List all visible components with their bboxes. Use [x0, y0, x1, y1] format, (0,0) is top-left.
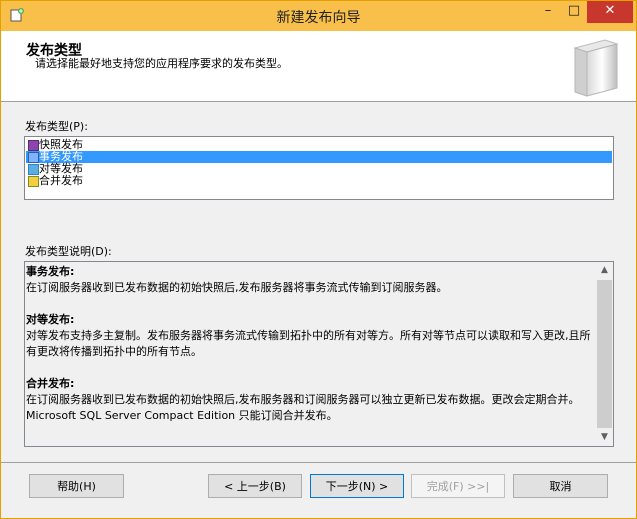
- minimize-button[interactable]: –: [535, 1, 561, 23]
- scroll-thumb[interactable]: [597, 280, 612, 428]
- description-scrollbar[interactable]: ▲ ▼: [596, 262, 613, 446]
- desc-title: 对等发布:: [26, 313, 75, 326]
- title-bar[interactable]: 新建发布向导 – □ ✕: [1, 1, 636, 31]
- finish-button[interactable]: 完成(F) >>|: [411, 474, 505, 498]
- maximize-button[interactable]: □: [561, 1, 587, 23]
- book-icon: [573, 39, 619, 97]
- wizard-window: 新建发布向导 – □ ✕ 发布类型 请选择能最好地支持您的应用程序要求的发布类型…: [0, 0, 637, 519]
- desc-body: 在订阅服务器收到已发布数据的初始快照后,发布服务器将事务流式传输到订阅服务器。: [26, 281, 448, 294]
- cancel-button[interactable]: 取消: [513, 474, 608, 498]
- list-item-peer[interactable]: 对等发布: [26, 163, 612, 175]
- desc-body: 对等发布支持多主复制。发布服务器将事务流式传输到拓扑中的所有对等方。所有对等节点…: [26, 329, 591, 358]
- wizard-header: 发布类型 请选择能最好地支持您的应用程序要求的发布类型。: [1, 31, 636, 102]
- next-button[interactable]: 下一步(N) >: [310, 474, 404, 498]
- desc-section-merge: 合并发布: 在订阅服务器收到已发布数据的初始快照后,发布服务器和订阅服务器可以独…: [26, 376, 594, 424]
- list-item-transactional[interactable]: 事务发布: [26, 151, 612, 163]
- snapshot-publication-icon: [28, 140, 39, 151]
- desc-title: 合并发布:: [26, 377, 75, 390]
- back-button[interactable]: < 上一步(B): [208, 474, 302, 498]
- help-button[interactable]: 帮助(H): [29, 474, 124, 498]
- scroll-up-icon[interactable]: ▲: [596, 262, 613, 279]
- merge-publication-icon: [28, 176, 39, 187]
- list-item-snapshot[interactable]: 快照发布: [26, 139, 612, 151]
- list-item-merge[interactable]: 合并发布: [26, 175, 612, 187]
- footer-divider: [1, 462, 636, 463]
- desc-title: 事务发布:: [26, 265, 75, 278]
- description-box: 事务发布: 在订阅服务器收到已发布数据的初始快照后,发布服务器将事务流式传输到订…: [24, 261, 614, 447]
- desc-section-transactional: 事务发布: 在订阅服务器收到已发布数据的初始快照后,发布服务器将事务流式传输到订…: [26, 264, 594, 296]
- page-subtitle: 请选择能最好地支持您的应用程序要求的发布类型。: [35, 57, 288, 70]
- desc-section-peer: 对等发布: 对等发布支持多主复制。发布服务器将事务流式传输到拓扑中的所有对等方。…: [26, 312, 594, 360]
- publication-type-list[interactable]: 快照发布 事务发布 对等发布 合并发布: [24, 136, 614, 200]
- transactional-publication-icon: [28, 152, 39, 163]
- publication-type-label: 发布类型(P):: [25, 120, 88, 133]
- desc-body: 在订阅服务器收到已发布数据的初始快照后,发布服务器和订阅服务器可以独立更新已发布…: [26, 393, 580, 422]
- description-label: 发布类型说明(D):: [25, 245, 112, 258]
- scroll-down-icon[interactable]: ▼: [596, 429, 613, 446]
- peer-publication-icon: [28, 164, 39, 175]
- close-button[interactable]: ✕: [587, 1, 633, 23]
